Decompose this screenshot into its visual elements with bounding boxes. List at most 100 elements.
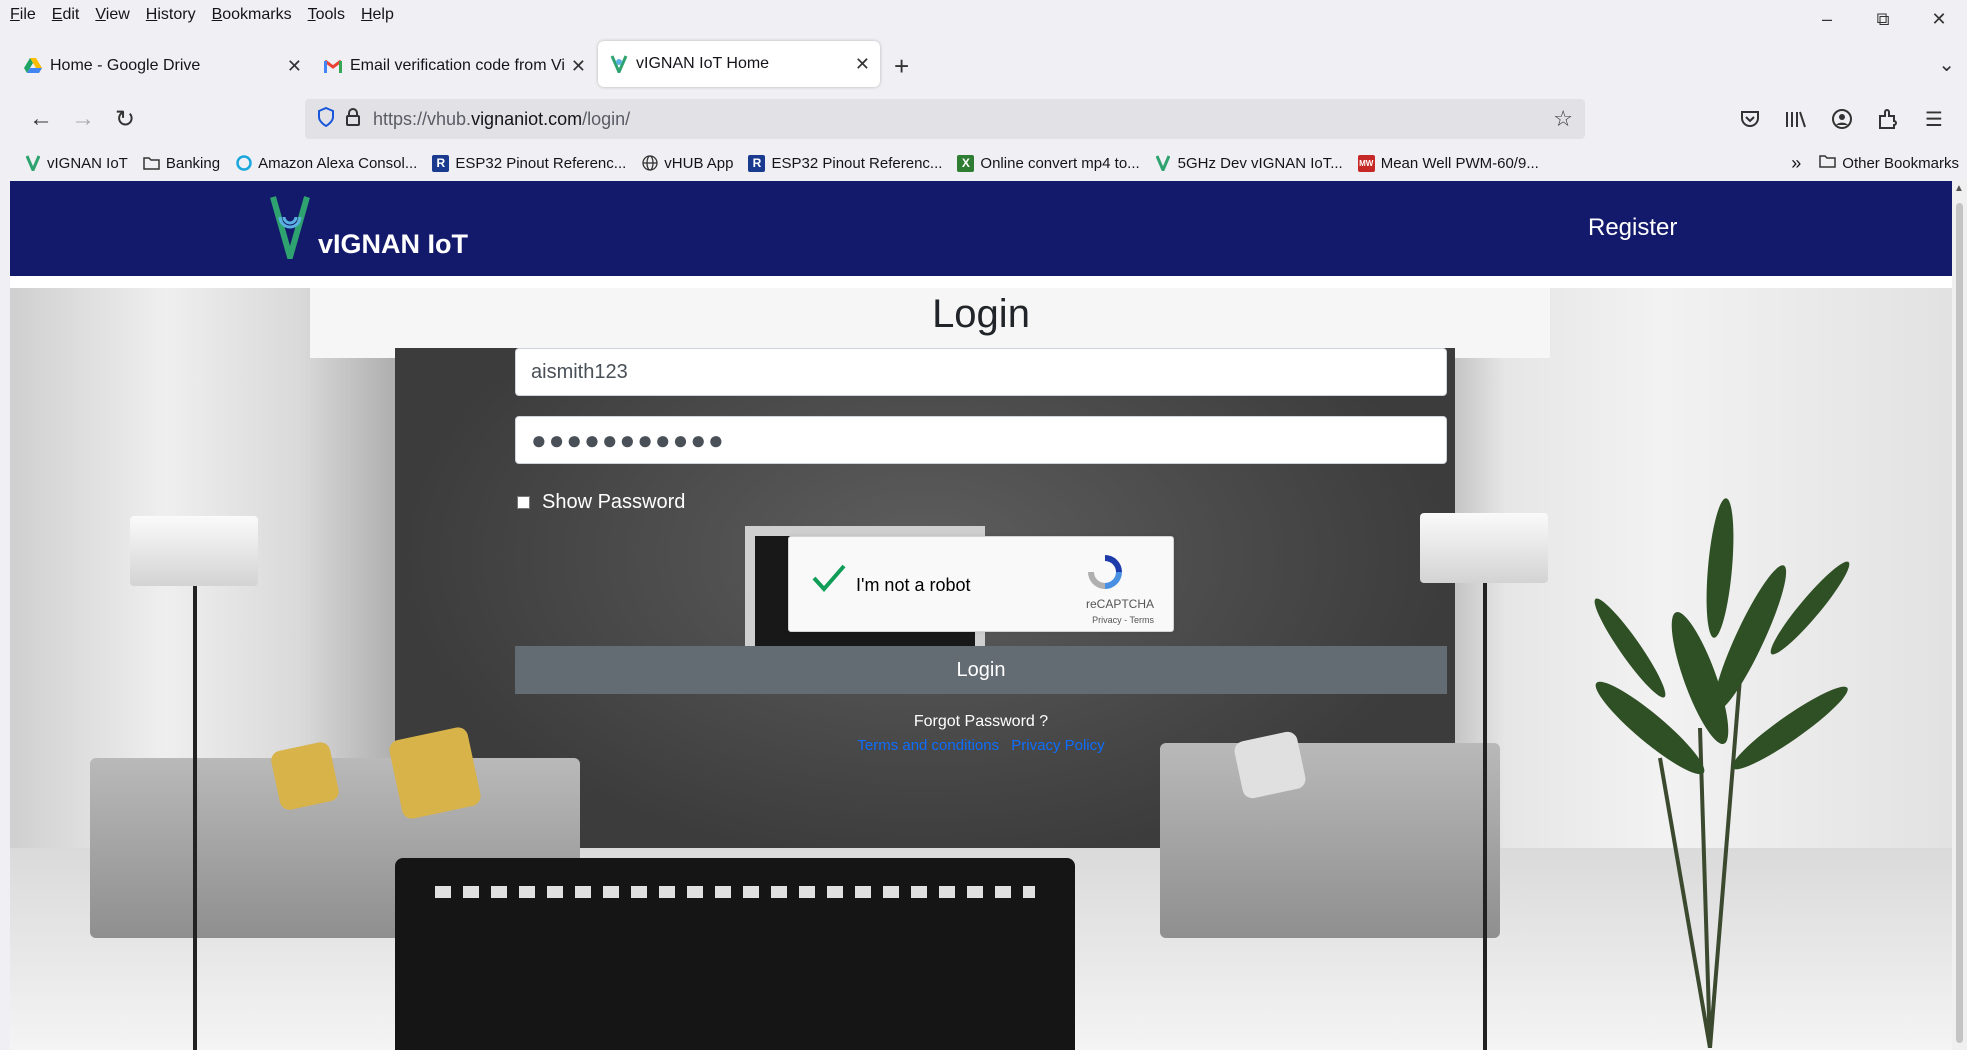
reload-button[interactable]: ↻ [104, 100, 146, 138]
r-icon: R [748, 154, 766, 172]
bookmarks-bar: vIGNAN IoT Banking Amazon Alexa Consol..… [0, 148, 1967, 178]
terms-link[interactable]: Terms and conditions [857, 737, 999, 754]
folder-icon [143, 155, 160, 172]
menu-edit[interactable]: Edit [52, 6, 80, 24]
show-password-toggle[interactable]: Show Password [517, 491, 685, 514]
scroll-up-arrow-icon[interactable]: ▲ [1954, 183, 1964, 194]
bookmark-banking[interactable]: Banking [143, 155, 220, 172]
converter-icon: X [957, 154, 975, 172]
bookmark-label: Online convert mp4 to... [980, 154, 1140, 172]
url-host: vignaniot.com [471, 108, 583, 129]
recaptcha-brand: reCAPTCHA [1085, 597, 1154, 611]
login-button[interactable]: Login [515, 646, 1447, 694]
background-chair-strap [435, 886, 1035, 898]
library-icon[interactable] [1773, 102, 1819, 136]
background-lamp-pole [193, 586, 197, 1050]
menu-bar: File Edit View History Bookmarks Tools H… [0, 0, 1967, 30]
vignan-icon [24, 155, 41, 172]
lock-icon[interactable] [345, 107, 361, 131]
list-all-tabs-icon[interactable]: ⌄ [1938, 52, 1955, 77]
menu-view[interactable]: View [95, 6, 129, 24]
restore-button[interactable]: ⧉ [1855, 4, 1911, 34]
alexa-icon [235, 155, 252, 172]
tab-google-drive[interactable]: Home - Google Drive ✕ [12, 44, 312, 88]
page-scrollbar[interactable]: ▲ [1952, 181, 1967, 1050]
url-bar[interactable]: https://vhub. vignaniot.com/login/ ☆ [305, 99, 1585, 139]
show-password-checkbox[interactable] [517, 496, 530, 509]
background-sofa-right [1160, 743, 1500, 938]
other-bookmarks[interactable]: Other Bookmarks [1842, 155, 1959, 172]
r-icon: R [432, 154, 450, 172]
bookmark-esp32-2[interactable]: R ESP32 Pinout Referenc... [748, 154, 943, 172]
password-input[interactable]: ●●●●●●●●●●● [515, 416, 1447, 464]
menu-history[interactable]: History [146, 6, 196, 24]
tab-label: Email verification code from Vi [350, 57, 565, 74]
menu-file[interactable]: File [10, 6, 36, 24]
bookmark-label: 5GHz Dev vIGNAN IoT... [1177, 154, 1343, 172]
bookmark-convert-mp4[interactable]: X Online convert mp4 to... [957, 154, 1140, 172]
hamburger-menu-icon[interactable]: ☰ [1911, 102, 1957, 136]
recaptcha-widget[interactable]: I'm not a robot reCAPTCHA Privacy - Term… [788, 536, 1174, 632]
recaptcha-logo-icon [1084, 551, 1126, 598]
bookmark-label: Mean Well PWM-60/9... [1380, 154, 1539, 172]
scrollbar-thumb[interactable] [1956, 203, 1963, 1043]
close-tab-icon[interactable]: ✕ [855, 54, 870, 75]
bookmark-5ghz-dev[interactable]: 5GHz Dev vIGNAN IoT... [1155, 155, 1343, 172]
background-chair [395, 858, 1075, 1050]
menu-bookmarks[interactable]: Bookmarks [212, 6, 292, 24]
register-link[interactable]: Register [1588, 214, 1677, 242]
navigation-bar: ← → ↻ https://vhub. vignaniot.com/login/ … [0, 96, 1967, 142]
forgot-password-link[interactable]: Forgot Password ? [10, 713, 1952, 731]
tab-label: vIGNAN IoT Home [636, 55, 770, 72]
bookmark-label: vHUB App [664, 154, 734, 172]
login-title: Login [932, 292, 1030, 336]
close-tab-icon[interactable]: ✕ [287, 56, 302, 77]
username-input[interactable]: aismith123 [515, 348, 1447, 396]
chevron-right-double-icon[interactable]: » [1791, 153, 1801, 174]
tab-email-verification[interactable]: Email verification code from Vi ✕ [312, 44, 592, 88]
recaptcha-terms[interactable]: Privacy - Terms [789, 615, 1154, 625]
menu-tools[interactable]: Tools [308, 6, 345, 24]
new-tab-button[interactable]: + [894, 51, 909, 82]
recaptcha-label: I'm not a robot [856, 575, 971, 595]
account-icon[interactable] [1819, 102, 1865, 136]
tab-label: Home - Google Drive [50, 57, 201, 74]
bookmark-alexa[interactable]: Amazon Alexa Consol... [235, 155, 417, 172]
bookmark-esp32-1[interactable]: R ESP32 Pinout Referenc... [432, 154, 626, 172]
extensions-icon[interactable] [1865, 102, 1911, 136]
bookmark-star-icon[interactable]: ☆ [1553, 106, 1573, 132]
privacy-link[interactable]: Privacy Policy [1011, 737, 1104, 754]
gmail-icon [324, 57, 342, 75]
bookmark-meanwell[interactable]: MW Mean Well PWM-60/9... [1357, 154, 1539, 172]
url-path: /login/ [582, 108, 631, 129]
tracking-shield-icon[interactable] [317, 106, 335, 132]
forward-button[interactable]: → [62, 100, 104, 138]
back-button[interactable]: ← [20, 100, 62, 138]
bookmark-vignan-iot[interactable]: vIGNAN IoT [24, 155, 128, 172]
meanwell-icon: MW [1357, 154, 1375, 172]
menu-help[interactable]: Help [361, 6, 394, 24]
site-logo[interactable]: vIGNAN IoT [270, 195, 469, 269]
vignan-icon [1155, 155, 1172, 172]
bookmarks-overflow: » Other Bookmarks [1791, 148, 1959, 178]
close-tab-icon[interactable]: ✕ [571, 56, 586, 77]
background-lamp [1420, 513, 1548, 583]
folder-icon [1819, 154, 1837, 172]
show-password-label: Show Password [542, 491, 686, 513]
tab-vignan-home[interactable]: vIGNAN IoT Home ✕ [598, 41, 880, 87]
minimize-button[interactable]: – [1799, 4, 1855, 34]
bookmark-vhub-app[interactable]: vHUB App [641, 155, 733, 172]
bookmark-label: Banking [165, 154, 221, 172]
window-controls: – ⧉ ✕ [1799, 4, 1967, 34]
brand-name: vIGNAN IoT [318, 229, 469, 259]
vignan-icon [610, 55, 628, 73]
toolbar-right: ☰ [1727, 102, 1957, 136]
pocket-icon[interactable] [1727, 102, 1773, 136]
close-window-button[interactable]: ✕ [1911, 4, 1967, 34]
checkmark-icon[interactable] [811, 563, 847, 598]
bookmark-label: ESP32 Pinout Referenc... [771, 154, 943, 172]
globe-icon [641, 155, 658, 172]
background-lamp-pole [1483, 583, 1487, 1050]
background-lamp [130, 516, 258, 586]
google-drive-icon [24, 57, 42, 75]
